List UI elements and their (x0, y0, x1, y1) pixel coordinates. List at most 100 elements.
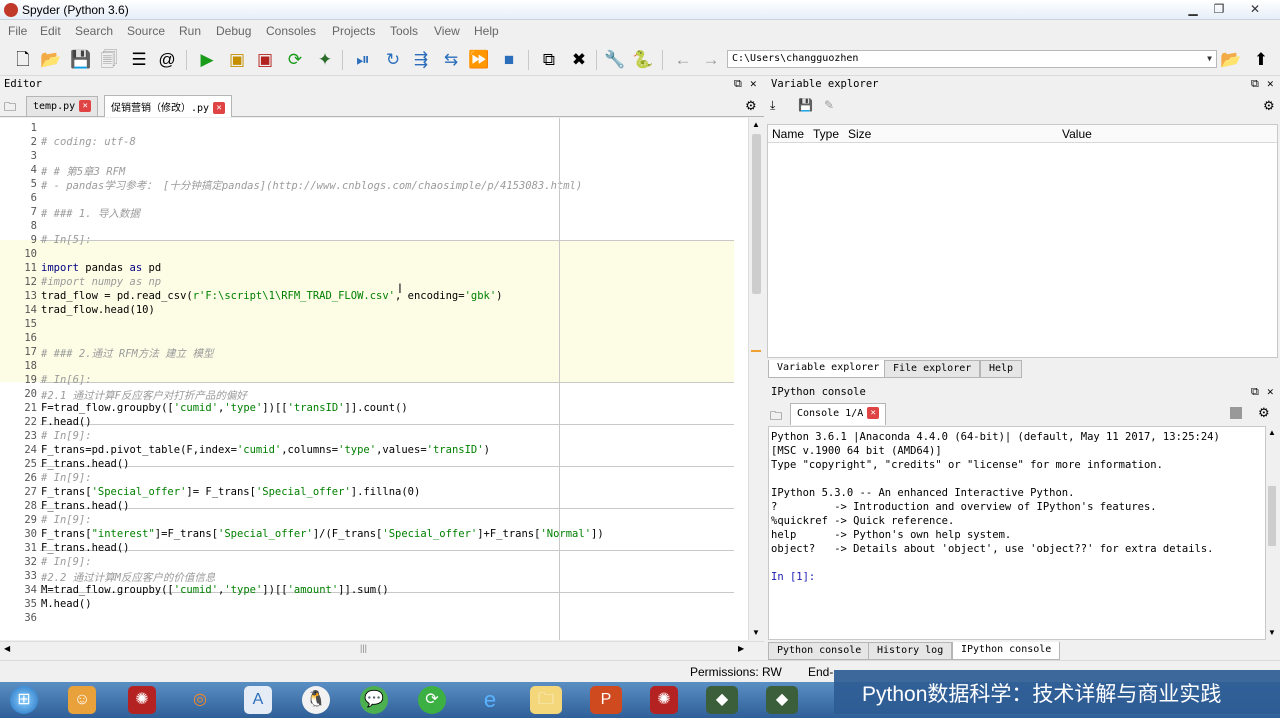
taskbar-app-icon[interactable]: ◆ (706, 686, 738, 714)
maximize-button[interactable]: ❐ (1208, 1, 1230, 17)
tab-temp-py[interactable]: temp.py ✕ (26, 96, 99, 116)
scroll-thumb[interactable] (752, 134, 761, 294)
python-path-icon[interactable]: 🐍 (632, 49, 654, 71)
rerun-icon[interactable]: ⟳ (284, 49, 306, 71)
scroll-up-icon[interactable]: ▲ (1268, 428, 1276, 437)
browse-tabs-icon[interactable]: 🗀 (770, 407, 782, 428)
run-selection-icon[interactable]: ✦ (314, 49, 336, 71)
browse-tabs-icon[interactable]: 🗀 (4, 98, 16, 119)
close-pane-icon[interactable]: ✕ (750, 77, 757, 90)
tab-console-1a[interactable]: Console 1/A ✕ (790, 403, 887, 425)
editor-horizontal-scrollbar[interactable]: ◀ ||| ▶ (0, 641, 764, 657)
scroll-thumb[interactable] (1268, 486, 1276, 546)
fullscreen-icon[interactable]: ✖ (568, 49, 590, 71)
variable-table[interactable]: Name Type Size Value (767, 124, 1278, 358)
column-header-size[interactable]: Size (848, 127, 871, 141)
working-directory-input[interactable]: C:\Users\changguozhen ▼ (727, 50, 1217, 68)
close-tab-icon[interactable]: ✕ (79, 100, 92, 112)
step-icon[interactable]: ↻ (382, 49, 404, 71)
tab-ipython-console[interactable]: IPython console (952, 642, 1061, 660)
column-header-value[interactable]: Value (1062, 127, 1092, 141)
close-pane-icon[interactable]: ✕ (1267, 385, 1274, 398)
save-all-icon[interactable]: 🗐 (98, 49, 120, 71)
file-explorer-icon[interactable]: 🗀 (530, 686, 562, 714)
debug-icon[interactable]: ⏯ (352, 49, 374, 71)
taskbar-app-icon[interactable]: ✺ (650, 686, 678, 714)
console-output[interactable]: Python 3.6.1 |Anaconda 4.4.0 (64-bit)| (… (768, 426, 1266, 640)
taskbar-app-icon[interactable]: ✺ (128, 686, 156, 714)
code-editor[interactable]: 1 2 # coding: utf-8 3 4 # # 第5章3 RFM 5 # - pand… (0, 118, 748, 640)
taskbar-app-icon[interactable]: A (244, 686, 272, 714)
scroll-grip[interactable]: ||| (360, 643, 367, 653)
console-scrollbar[interactable]: ▲ ▼ (1266, 426, 1278, 640)
undock-icon[interactable]: ⧉ (1251, 385, 1259, 399)
close-pane-icon[interactable]: ✕ (1267, 77, 1274, 90)
menu-source[interactable]: Source (127, 24, 165, 38)
menu-help[interactable]: Help (474, 24, 499, 38)
menu-run[interactable]: Run (179, 24, 201, 38)
editor-vertical-scrollbar[interactable]: ▲ ▼ (748, 118, 764, 640)
erase-variables-icon[interactable]: ✎ (824, 98, 834, 112)
tab-history-log[interactable]: History log (868, 642, 953, 660)
menu-consoles[interactable]: Consoles (266, 24, 316, 38)
stop-icon[interactable]: ■ (498, 49, 520, 71)
qq-icon[interactable]: 🐧 (302, 686, 330, 714)
tab-python-console[interactable]: Python console (768, 642, 871, 660)
open-file-icon[interactable]: 📂 (40, 49, 62, 71)
run-cell-advance-icon[interactable]: ▣ (254, 49, 276, 71)
menu-edit[interactable]: Edit (40, 24, 61, 38)
parent-directory-icon[interactable]: ⬆ (1250, 49, 1272, 71)
powerpoint-icon[interactable]: P (590, 686, 622, 714)
taskbar-app-icon[interactable]: ◎ (186, 686, 214, 714)
back-arrow-icon[interactable]: ← (672, 49, 694, 71)
list-icon[interactable]: ☰ (128, 49, 150, 71)
scroll-left-icon[interactable]: ◀ (4, 644, 10, 653)
menu-tools[interactable]: Tools (390, 24, 418, 38)
preferences-icon[interactable]: 🔧 (604, 49, 626, 71)
taskbar-app-icon[interactable]: ☺ (68, 686, 96, 714)
internet-explorer-icon[interactable]: e (476, 686, 504, 714)
forward-arrow-icon[interactable]: → (700, 49, 722, 71)
import-data-icon[interactable]: ⤓ (770, 98, 775, 113)
at-sign-icon[interactable]: @ (156, 49, 178, 71)
scroll-right-icon[interactable]: ▶ (738, 644, 744, 653)
step-into-icon[interactable]: ⇶ (410, 49, 432, 71)
close-tab-icon[interactable]: ✕ (213, 102, 226, 114)
tab-help[interactable]: Help (980, 360, 1023, 378)
browse-folder-icon[interactable]: 📂 (1220, 49, 1242, 71)
gear-icon[interactable]: ⚙ (1263, 98, 1275, 114)
menu-search[interactable]: Search (75, 24, 113, 38)
tab-file-explorer[interactable]: File explorer (884, 360, 981, 378)
save-data-icon[interactable]: 💾 (798, 98, 813, 112)
wechat-icon[interactable]: 💬 (360, 686, 388, 714)
scroll-up-icon[interactable]: ▲ (752, 120, 760, 129)
column-header-name[interactable]: Name (772, 127, 804, 141)
undock-icon[interactable]: ⧉ (1251, 77, 1259, 91)
stop-kernel-icon[interactable] (1230, 407, 1242, 419)
save-icon[interactable]: 💾 (70, 49, 92, 71)
new-file-icon[interactable]: 🗋 (12, 49, 34, 71)
menu-view[interactable]: View (434, 24, 460, 38)
run-cell-icon[interactable]: ▣ (226, 49, 248, 71)
close-tab-icon[interactable]: ✕ (867, 407, 880, 419)
menu-debug[interactable]: Debug (216, 24, 251, 38)
taskbar-app-icon[interactable]: ◆ (766, 686, 798, 714)
undock-icon[interactable]: ⧉ (734, 77, 742, 91)
minimize-button[interactable]: ▁ (1182, 1, 1204, 17)
chevron-down-icon[interactable]: ▼ (1207, 54, 1212, 63)
continue-icon[interactable]: ⏩ (468, 49, 490, 71)
start-button-icon[interactable]: ⊞ (10, 686, 38, 714)
menu-projects[interactable]: Projects (332, 24, 375, 38)
gear-icon[interactable]: ⚙ (1258, 405, 1270, 421)
scroll-down-icon[interactable]: ▼ (752, 628, 760, 637)
run-icon[interactable]: ▶ (196, 49, 218, 71)
scroll-down-icon[interactable]: ▼ (1268, 628, 1276, 637)
column-header-type[interactable]: Type (813, 127, 839, 141)
gear-icon[interactable]: ⚙ (745, 98, 757, 114)
close-window-button[interactable]: ✕ (1244, 1, 1266, 17)
step-return-icon[interactable]: ⇆ (440, 49, 462, 71)
browser-icon[interactable]: ⟳ (418, 686, 446, 714)
maximize-pane-icon[interactable]: ⧉ (538, 49, 560, 71)
menu-file[interactable]: File (8, 24, 27, 38)
tab-variable-explorer[interactable]: Variable explorer (768, 360, 889, 378)
